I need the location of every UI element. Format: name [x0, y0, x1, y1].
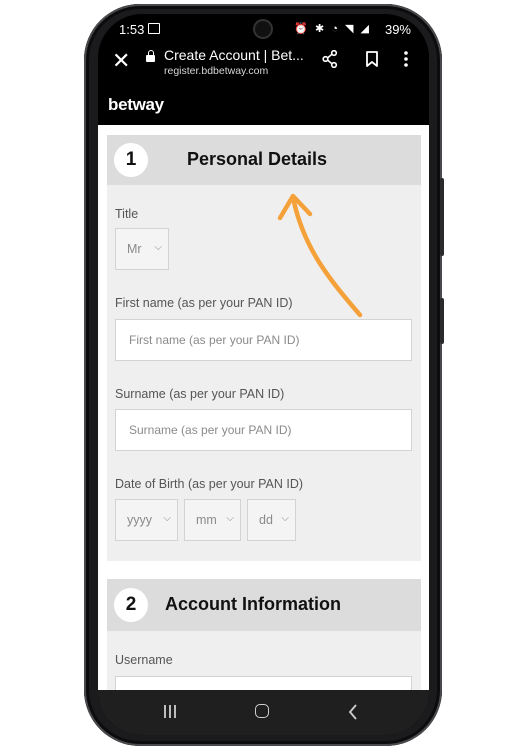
back-icon[interactable] [348, 704, 358, 720]
dob-month-select[interactable]: mm ⌵ [184, 499, 241, 541]
more-vert-icon[interactable] [403, 50, 409, 68]
surname-label: Surname (as per your PAN ID) [115, 387, 285, 401]
page-url[interactable]: register.bdbetway.com [164, 65, 268, 77]
username-label: Username [115, 653, 173, 667]
phone-side-button [440, 178, 444, 256]
dob-year-value: yyyy [127, 513, 152, 527]
annotation-arrow-icon [277, 193, 363, 318]
section-header: 2 Account Information [107, 579, 421, 631]
step-number: 2 [114, 588, 148, 622]
share-icon[interactable] [322, 50, 338, 68]
betway-logo[interactable]: betway [108, 95, 164, 115]
phone-side-button [440, 298, 444, 344]
system-nav-bar [98, 690, 429, 735]
chevron-down-icon: ⌵ [281, 513, 289, 524]
status-time: 1:53 [119, 22, 145, 37]
browser-toolbar: ✕ Create Account | Bet... register.bdbet… [98, 46, 429, 88]
title-label: Title [115, 207, 139, 221]
dob-day-value: dd [259, 513, 273, 527]
chevron-down-icon: ⌵ [226, 513, 234, 524]
title-select[interactable]: Mr ⌵ [115, 228, 169, 270]
site-header: betway [98, 88, 429, 125]
section-header: 1 Personal Details [107, 135, 421, 185]
chevron-down-icon: ⌵ [154, 242, 162, 253]
dob-label: Date of Birth (as per your PAN ID) [115, 477, 304, 491]
page-title: Create Account | Bet... [164, 47, 304, 63]
status-bar: 1:53 ⏰ ✱ ◔ ◥ ◢ 39% [98, 14, 429, 46]
close-icon[interactable]: ✕ [112, 50, 130, 72]
section-title: Personal Details [187, 149, 328, 169]
bookmark-icon[interactable] [366, 51, 378, 67]
account-information-section: 2 Account Information Username [107, 579, 421, 690]
home-icon[interactable] [255, 704, 269, 718]
username-input[interactable] [115, 676, 412, 690]
gallery-icon [148, 23, 160, 34]
recent-apps-icon[interactable] [163, 704, 177, 719]
chevron-down-icon: ⌵ [163, 513, 171, 524]
surname-input[interactable]: Surname (as per your PAN ID) [115, 409, 412, 451]
front-camera [255, 21, 271, 37]
battery-level: 39% [384, 22, 411, 37]
status-icons: ⏰ ✱ ◔ ◥ ◢ [294, 23, 371, 35]
dob-month-value: mm [196, 513, 217, 527]
section-title: Account Information [165, 594, 341, 614]
phone-screen: 1:53 ⏰ ✱ ◔ ◥ ◢ 39% ✕ Create Account | Be… [98, 14, 429, 735]
lock-icon[interactable] [146, 50, 155, 62]
first-name-label: First name (as per your PAN ID) [115, 296, 293, 310]
dob-day-select[interactable]: dd ⌵ [247, 499, 296, 541]
step-number: 1 [114, 143, 148, 177]
dob-year-select[interactable]: yyyy ⌵ [115, 499, 178, 541]
title-value: Mr [127, 242, 142, 256]
